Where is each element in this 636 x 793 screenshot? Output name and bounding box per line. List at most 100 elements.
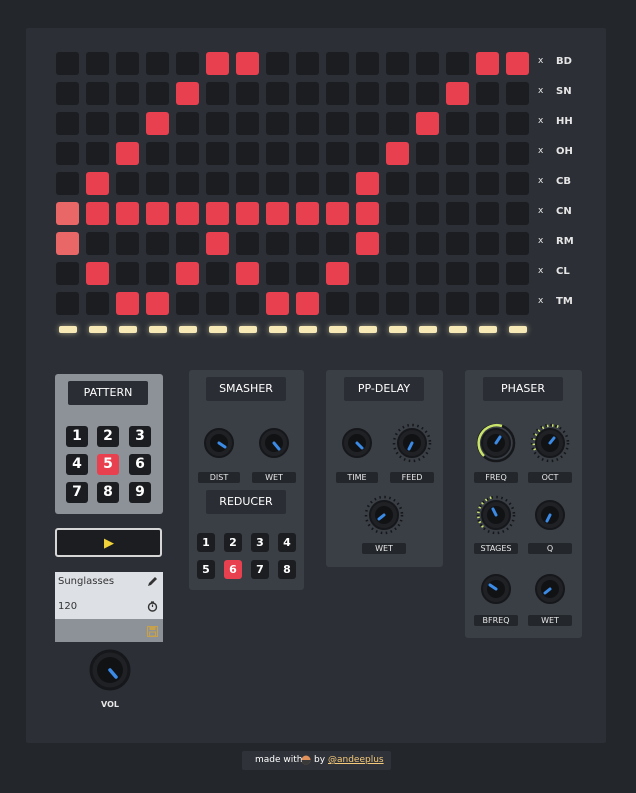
- step-cell[interactable]: [86, 82, 109, 105]
- step-cell[interactable]: [416, 262, 439, 285]
- step-cell[interactable]: [356, 172, 379, 195]
- step-cell[interactable]: [506, 292, 529, 315]
- step-cell[interactable]: [446, 142, 469, 165]
- step-cell[interactable]: [506, 202, 529, 225]
- step-cell[interactable]: [386, 52, 409, 75]
- step-cell[interactable]: [356, 142, 379, 165]
- pencil-icon[interactable]: [147, 576, 158, 587]
- delay-wet-knob[interactable]: [363, 494, 405, 536]
- step-cell[interactable]: [296, 112, 319, 135]
- pattern-button[interactable]: 1: [66, 426, 88, 447]
- step-cell[interactable]: [356, 52, 379, 75]
- step-cell[interactable]: [116, 82, 139, 105]
- step-cell[interactable]: [236, 112, 259, 135]
- step-cell[interactable]: [326, 52, 349, 75]
- pattern-button[interactable]: 4: [66, 454, 88, 475]
- step-cell[interactable]: [56, 262, 79, 285]
- step-cell[interactable]: [236, 292, 259, 315]
- step-cell[interactable]: [476, 82, 499, 105]
- step-cell[interactable]: [476, 112, 499, 135]
- step-cell[interactable]: [176, 52, 199, 75]
- smasher-wet-knob[interactable]: [257, 426, 291, 460]
- step-cell[interactable]: [206, 172, 229, 195]
- step-cell[interactable]: [356, 292, 379, 315]
- reducer-button[interactable]: 7: [251, 560, 269, 579]
- step-cell[interactable]: [236, 202, 259, 225]
- step-cell[interactable]: [446, 232, 469, 255]
- step-cell[interactable]: [356, 262, 379, 285]
- step-cell[interactable]: [176, 142, 199, 165]
- clear-track-button[interactable]: x: [538, 176, 543, 186]
- step-cell[interactable]: [386, 142, 409, 165]
- step-cell[interactable]: [326, 202, 349, 225]
- bpm-value[interactable]: 120: [58, 601, 77, 612]
- step-cell[interactable]: [386, 202, 409, 225]
- play-button[interactable]: ▶: [55, 528, 162, 557]
- clear-track-button[interactable]: x: [538, 236, 543, 246]
- step-cell[interactable]: [176, 232, 199, 255]
- step-cell[interactable]: [326, 172, 349, 195]
- step-cell[interactable]: [416, 142, 439, 165]
- step-cell[interactable]: [176, 112, 199, 135]
- step-cell[interactable]: [356, 82, 379, 105]
- step-cell[interactable]: [146, 262, 169, 285]
- volume-knob[interactable]: [85, 645, 135, 695]
- step-cell[interactable]: [416, 202, 439, 225]
- step-cell[interactable]: [506, 112, 529, 135]
- step-cell[interactable]: [296, 142, 319, 165]
- author-link[interactable]: @andeeplus: [328, 755, 384, 765]
- step-cell[interactable]: [416, 292, 439, 315]
- step-cell[interactable]: [476, 52, 499, 75]
- phaser-stages-knob[interactable]: [475, 494, 517, 536]
- step-cell[interactable]: [56, 82, 79, 105]
- step-cell[interactable]: [386, 172, 409, 195]
- step-cell[interactable]: [236, 172, 259, 195]
- phaser-freq-knob[interactable]: [475, 422, 517, 464]
- save-icon[interactable]: [147, 626, 158, 637]
- step-cell[interactable]: [296, 172, 319, 195]
- step-cell[interactable]: [86, 262, 109, 285]
- step-cell[interactable]: [266, 112, 289, 135]
- clear-track-button[interactable]: x: [538, 116, 543, 126]
- pattern-button[interactable]: 8: [97, 482, 119, 503]
- tempo-icon[interactable]: [147, 601, 158, 612]
- step-cell[interactable]: [326, 142, 349, 165]
- step-cell[interactable]: [506, 262, 529, 285]
- step-cell[interactable]: [296, 292, 319, 315]
- step-cell[interactable]: [446, 82, 469, 105]
- step-cell[interactable]: [56, 172, 79, 195]
- clear-track-button[interactable]: x: [538, 206, 543, 216]
- step-cell[interactable]: [146, 232, 169, 255]
- reducer-button[interactable]: 3: [251, 533, 269, 552]
- reducer-button[interactable]: 5: [197, 560, 215, 579]
- step-cell[interactable]: [86, 202, 109, 225]
- step-cell[interactable]: [146, 112, 169, 135]
- song-name[interactable]: Sunglasses: [58, 576, 114, 587]
- step-cell[interactable]: [356, 202, 379, 225]
- step-cell[interactable]: [146, 292, 169, 315]
- step-cell[interactable]: [416, 52, 439, 75]
- step-cell[interactable]: [56, 292, 79, 315]
- step-cell[interactable]: [326, 82, 349, 105]
- step-cell[interactable]: [176, 292, 199, 315]
- delay-time-knob[interactable]: [340, 426, 374, 460]
- step-cell[interactable]: [146, 202, 169, 225]
- step-cell[interactable]: [476, 202, 499, 225]
- step-cell[interactable]: [236, 52, 259, 75]
- step-cell[interactable]: [416, 112, 439, 135]
- pattern-button[interactable]: 7: [66, 482, 88, 503]
- step-cell[interactable]: [446, 112, 469, 135]
- step-cell[interactable]: [446, 202, 469, 225]
- step-cell[interactable]: [56, 142, 79, 165]
- step-cell[interactable]: [506, 142, 529, 165]
- step-cell[interactable]: [116, 262, 139, 285]
- step-cell[interactable]: [506, 52, 529, 75]
- pattern-button[interactable]: 2: [97, 426, 119, 447]
- step-cell[interactable]: [416, 172, 439, 195]
- step-cell[interactable]: [86, 292, 109, 315]
- pattern-button[interactable]: 3: [129, 426, 151, 447]
- step-cell[interactable]: [356, 112, 379, 135]
- step-cell[interactable]: [266, 232, 289, 255]
- step-cell[interactable]: [86, 232, 109, 255]
- step-cell[interactable]: [386, 232, 409, 255]
